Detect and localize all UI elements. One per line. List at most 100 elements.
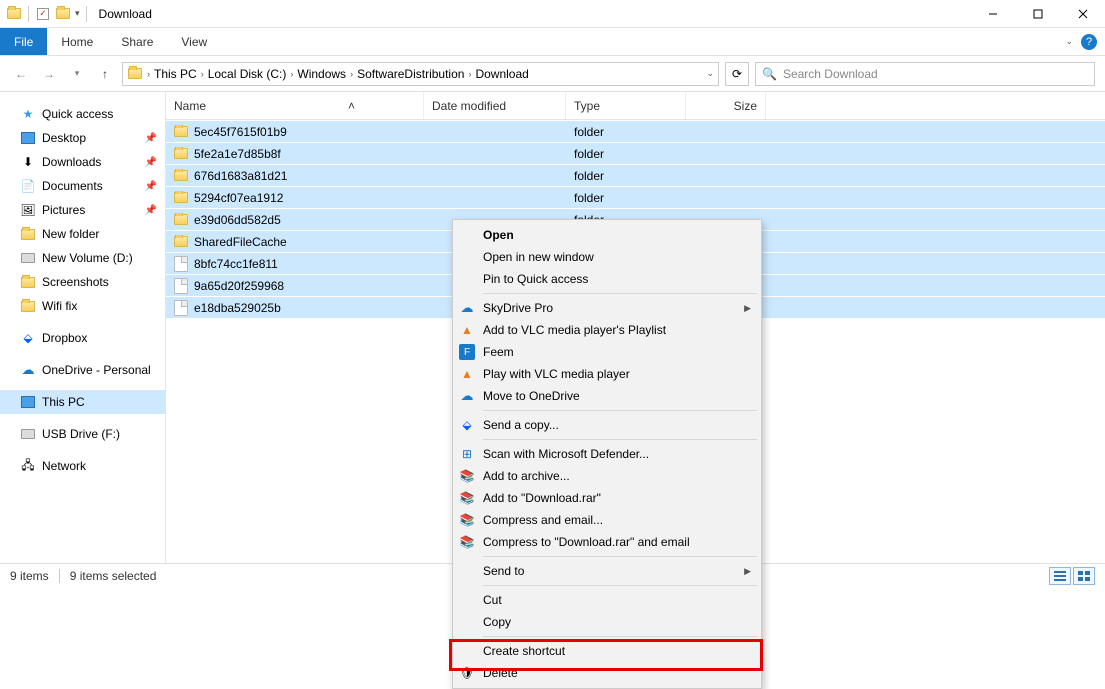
col-name[interactable]: Name˄ [166, 92, 424, 119]
cm-open[interactable]: Open [453, 224, 761, 246]
cm-feem[interactable]: FFeem [453, 341, 761, 363]
file-name: 5294cf07ea1912 [194, 191, 283, 205]
sidebar-downloads[interactable]: ⬇Downloads📌 [0, 150, 165, 174]
back-button[interactable]: ← [10, 63, 32, 85]
skydrive-icon: ☁ [459, 300, 475, 316]
view-details-button[interactable] [1049, 567, 1071, 585]
file-type: folder [566, 191, 686, 205]
chevron-right-icon[interactable]: › [147, 69, 150, 79]
close-button[interactable] [1060, 0, 1105, 28]
cm-delete[interactable]: 🛡Delete [453, 662, 761, 684]
downloads-icon: ⬇ [20, 154, 36, 170]
cm-add-download-rar[interactable]: 📚Add to "Download.rar" [453, 487, 761, 509]
sidebar-desktop[interactable]: Desktop📌 [0, 126, 165, 150]
crumb-this-pc[interactable]: This PC› [154, 67, 204, 81]
cm-pin-quick-access[interactable]: Pin to Quick access [453, 268, 761, 290]
sidebar-screenshots[interactable]: Screenshots [0, 270, 165, 294]
sidebar-this-pc[interactable]: This PC [0, 390, 165, 414]
sidebar-wififix[interactable]: Wifi fix [0, 294, 165, 318]
cm-send-copy[interactable]: ⬙Send a copy... [453, 414, 761, 436]
cm-defender[interactable]: ⊞Scan with Microsoft Defender... [453, 443, 761, 465]
tab-file[interactable]: File [0, 28, 47, 55]
winrar-icon: 📚 [459, 512, 475, 528]
up-button[interactable]: ↑ [94, 63, 116, 85]
maximize-button[interactable] [1015, 0, 1060, 28]
tab-home[interactable]: Home [47, 28, 107, 55]
cm-create-shortcut[interactable]: Create shortcut [453, 640, 761, 662]
folder-icon [20, 298, 36, 314]
cm-separator [483, 556, 757, 557]
sidebar-newfolder[interactable]: New folder [0, 222, 165, 246]
address-dropdown-icon[interactable]: ⌄ [706, 68, 714, 79]
table-row[interactable]: 5ec45f7615f01b9folder [166, 120, 1105, 142]
winrar-icon: 📚 [459, 468, 475, 484]
file-icon [174, 278, 188, 294]
col-date[interactable]: Date modified [424, 92, 566, 119]
qat-dropdown-icon[interactable]: ▾ [75, 8, 80, 19]
tab-view[interactable]: View [167, 28, 221, 55]
cm-send-to[interactable]: Send to▶ [453, 560, 761, 582]
cm-copy[interactable]: Copy [453, 611, 761, 633]
crumb-local-disk[interactable]: Local Disk (C:)› [208, 67, 294, 81]
sidebar-quick-access[interactable]: Quick access [0, 102, 165, 126]
view-large-icons-button[interactable] [1073, 567, 1095, 585]
cm-compress-download-email[interactable]: 📚Compress to "Download.rar" and email [453, 531, 761, 553]
search-placeholder: Search Download [783, 67, 878, 81]
qat-newfolder-icon[interactable] [55, 6, 71, 22]
dropbox-icon: ⬙ [20, 330, 36, 346]
search-input[interactable]: 🔍 Search Download [755, 62, 1095, 86]
vlc-icon: ▲ [459, 366, 475, 382]
nav-bar: ← → ▾ ↑ › This PC› Local Disk (C:)› Wind… [0, 56, 1105, 92]
recent-dropdown-icon[interactable]: ▾ [66, 63, 88, 85]
cm-skydrive-pro[interactable]: ☁SkyDrive Pro▶ [453, 297, 761, 319]
help-icon[interactable]: ? [1081, 34, 1097, 50]
file-icon [174, 300, 188, 316]
crumb-windows[interactable]: Windows› [297, 67, 353, 81]
tab-share[interactable]: Share [107, 28, 167, 55]
cm-move-onedrive[interactable]: ☁Move to OneDrive [453, 385, 761, 407]
col-size[interactable]: Size [686, 92, 766, 119]
minimize-button[interactable] [970, 0, 1015, 28]
sidebar-pictures[interactable]: 🖼Pictures📌 [0, 198, 165, 222]
folder-icon [174, 148, 188, 159]
pin-icon: 📌 [145, 205, 157, 216]
desktop-icon [20, 130, 36, 146]
qat-properties-icon[interactable]: ✓ [35, 6, 51, 22]
search-icon: 🔍 [762, 67, 777, 81]
cm-add-archive[interactable]: 📚Add to archive... [453, 465, 761, 487]
file-name: 8bfc74cc1fe811 [194, 257, 278, 271]
sidebar-network[interactable]: 🖧Network [0, 454, 165, 478]
vlc-icon: ▲ [459, 322, 475, 338]
col-type[interactable]: Type [566, 92, 686, 119]
column-headers: Name˄ Date modified Type Size [166, 92, 1105, 120]
crumb-download[interactable]: Download [475, 67, 528, 81]
folder-icon [20, 226, 36, 242]
cm-separator [483, 439, 757, 440]
file-name: 676d1683a81d21 [194, 169, 287, 183]
address-bar[interactable]: › This PC› Local Disk (C:)› Windows› Sof… [122, 62, 719, 86]
winrar-icon: 📚 [459, 490, 475, 506]
sidebar-onedrive[interactable]: ☁OneDrive - Personal [0, 358, 165, 382]
feem-icon: F [459, 344, 475, 360]
sidebar-usb[interactable]: USB Drive (F:) [0, 422, 165, 446]
pin-icon: 📌 [145, 181, 157, 192]
sidebar-dropbox[interactable]: ⬙Dropbox [0, 326, 165, 350]
cm-vlc-play[interactable]: ▲Play with VLC media player [453, 363, 761, 385]
cm-open-new-window[interactable]: Open in new window [453, 246, 761, 268]
refresh-button[interactable]: ⟳ [725, 62, 749, 86]
folder-icon [174, 126, 188, 137]
forward-button[interactable]: → [38, 63, 60, 85]
folder-icon [20, 274, 36, 290]
cm-vlc-playlist[interactable]: ▲Add to VLC media player's Playlist [453, 319, 761, 341]
table-row[interactable]: 676d1683a81d21folder [166, 164, 1105, 186]
sidebar-documents[interactable]: 📄Documents📌 [0, 174, 165, 198]
ribbon-expand-icon[interactable]: ⌄ [1065, 36, 1073, 47]
documents-icon: 📄 [20, 178, 36, 194]
sidebar-newvolume[interactable]: New Volume (D:) [0, 246, 165, 270]
table-row[interactable]: 5294cf07ea1912 folder [166, 186, 1105, 208]
cm-compress-email[interactable]: 📚Compress and email... [453, 509, 761, 531]
cm-cut[interactable]: Cut [453, 589, 761, 611]
onedrive-icon: ☁ [20, 362, 36, 378]
table-row[interactable]: 5fe2a1e7d85b8ffolder [166, 142, 1105, 164]
crumb-softwaredistribution[interactable]: SoftwareDistribution› [357, 67, 471, 81]
